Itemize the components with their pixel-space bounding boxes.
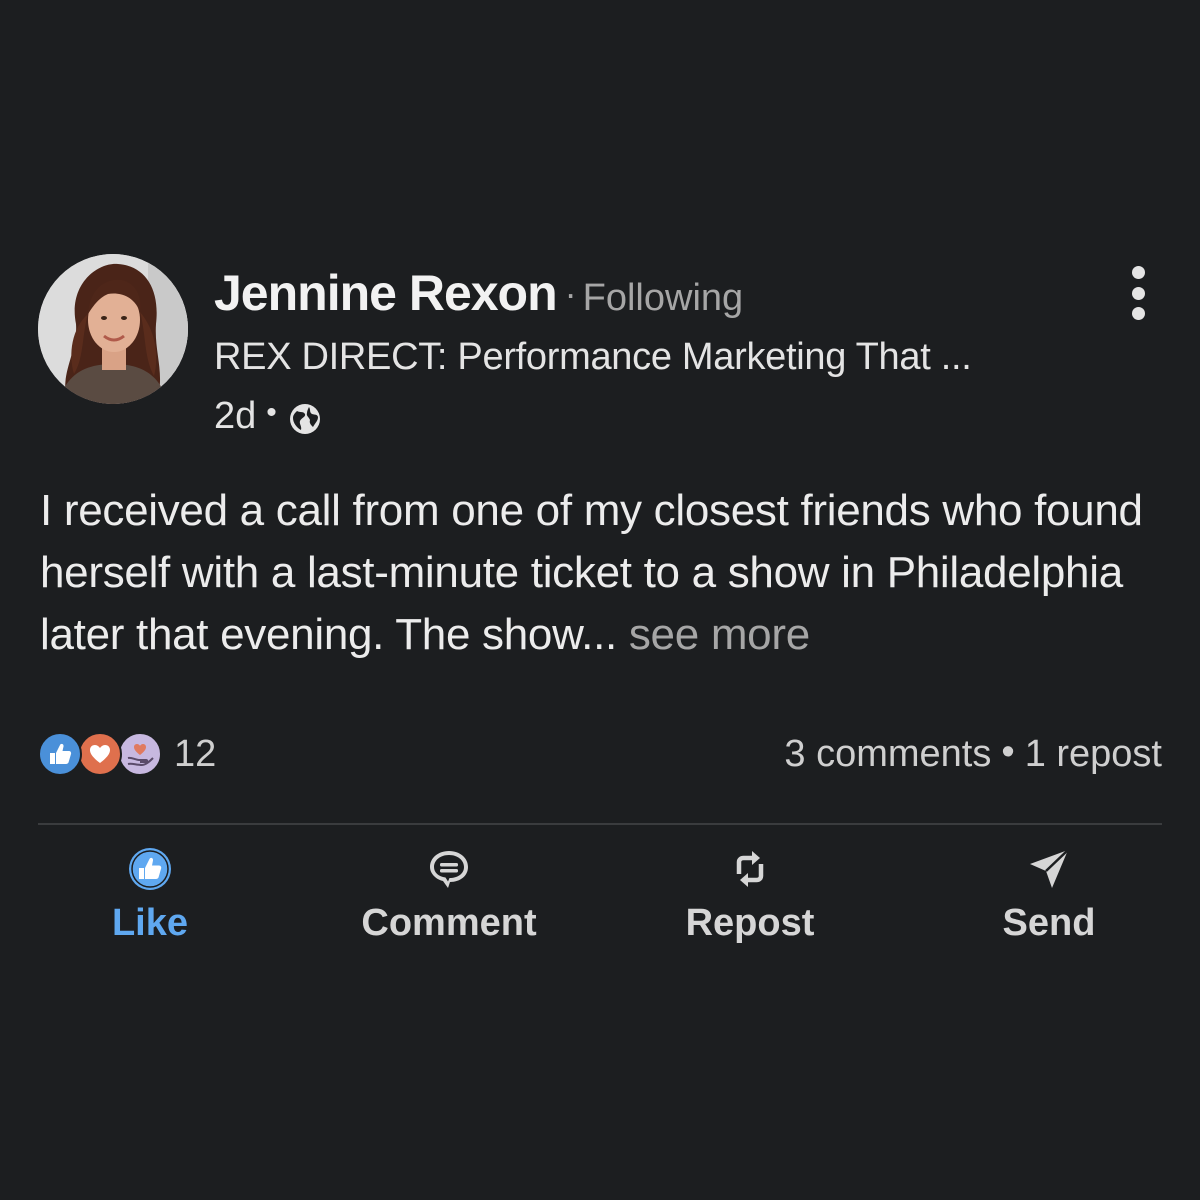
support-reaction-icon xyxy=(118,732,162,776)
post-body: I received a call from one of my closest… xyxy=(40,480,1170,666)
stats-separator: • xyxy=(1001,730,1015,773)
like-reaction-icon xyxy=(38,732,82,776)
repost-label: Repost xyxy=(685,902,815,944)
send-button[interactable]: Send xyxy=(929,838,1169,958)
love-reaction-icon xyxy=(78,732,122,776)
menu-dot xyxy=(1131,286,1145,300)
divider xyxy=(38,823,1162,825)
reposts-count[interactable]: 1 repost xyxy=(1025,733,1162,776)
comment-icon xyxy=(424,842,474,896)
globe-icon xyxy=(287,401,323,437)
author-avatar[interactable] xyxy=(38,254,188,404)
feed-post: Jennine Rexon · Following REX DIRECT: Perf… xyxy=(0,0,1200,1200)
author-name[interactable]: Jennine Rexon xyxy=(214,265,558,321)
reactions-summary[interactable]: 12 xyxy=(38,730,216,778)
reaction-icons xyxy=(38,730,168,778)
meta-separator: • xyxy=(266,396,277,429)
like-label: Like xyxy=(111,902,189,944)
action-bar: Like Comment Repost Send xyxy=(0,838,1200,958)
post-time: 2d xyxy=(214,394,257,437)
reaction-count: 12 xyxy=(174,732,217,775)
like-icon xyxy=(125,842,175,896)
see-more-link[interactable]: see more xyxy=(617,610,810,659)
more-options-icon[interactable] xyxy=(1118,266,1158,320)
send-label: Send xyxy=(1002,902,1096,944)
like-button[interactable]: Like xyxy=(30,838,270,958)
comment-button[interactable]: Comment xyxy=(329,838,569,958)
author-row: Jennine Rexon · Following xyxy=(214,264,743,324)
separator-dot: · xyxy=(564,273,577,314)
send-icon xyxy=(1024,842,1074,896)
social-stats: 3 comments • 1 repost xyxy=(784,730,1162,778)
author-headline: REX DIRECT: Performance Marketing That .… xyxy=(214,336,972,378)
post-meta: 2d • xyxy=(214,392,323,440)
menu-dot xyxy=(1131,307,1145,320)
post-text: I received a call from one of my closest… xyxy=(40,486,1143,659)
repost-icon xyxy=(725,842,775,896)
follow-status: Following xyxy=(582,277,744,319)
comments-count[interactable]: 3 comments xyxy=(784,733,991,776)
repost-button[interactable]: Repost xyxy=(630,838,870,958)
comment-label: Comment xyxy=(361,902,537,944)
avatar-photo xyxy=(38,254,188,404)
menu-dot xyxy=(1131,266,1145,279)
